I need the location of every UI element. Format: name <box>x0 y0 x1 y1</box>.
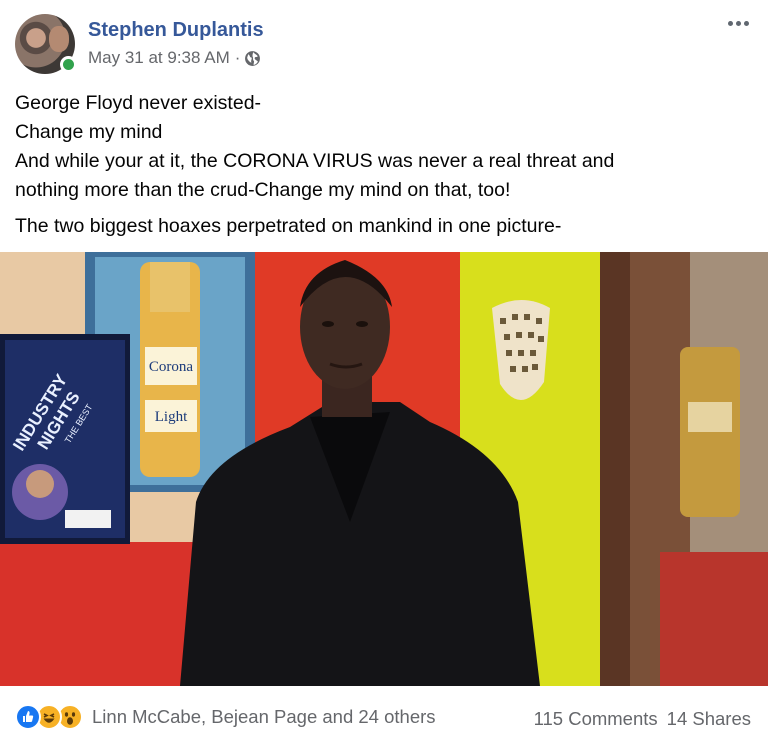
shares-count[interactable]: 14 Shares <box>667 708 751 730</box>
post-timestamp[interactable]: May 31 at 9:38 AM <box>88 48 230 68</box>
post-text-paragraph: The two biggest hoaxes perpetrated on ma… <box>15 215 562 237</box>
meta-separator: · <box>234 48 241 67</box>
post-text-line: George Floyd never existed- <box>15 92 262 114</box>
engagement-counts: 115 Comments 14 Shares <box>534 708 751 730</box>
post-text: George Floyd never existed- Change my mi… <box>15 89 755 241</box>
post-meta: May 31 at 9:38 AM · <box>88 48 261 68</box>
like-icon <box>15 704 41 730</box>
post-text-line: nothing more than the crud-Change my min… <box>15 179 511 201</box>
bottle-label-bottom: Light <box>155 409 188 425</box>
post-footer: Linn McCabe, Bejean Page and 24 others 1… <box>0 686 768 746</box>
bottle-label-top: Corona <box>149 359 194 375</box>
reactions-summary[interactable]: Linn McCabe, Bejean Page and 24 others <box>15 704 436 730</box>
more-dot <box>743 20 749 26</box>
author-name[interactable]: Stephen Duplantis <box>88 19 264 42</box>
online-status-dot <box>60 56 77 73</box>
more-dot <box>727 20 733 26</box>
post-header: Stephen Duplantis May 31 at 9:38 AM · <box>0 0 768 80</box>
more-dot <box>735 20 741 26</box>
globe-icon[interactable] <box>244 50 261 67</box>
comments-count[interactable]: 115 Comments <box>534 708 658 730</box>
post-photo[interactable]: Corona Light INDUSTRY NIGHTS THE BEST <box>0 252 768 686</box>
post-text-line: And while your at it, the CORONA VIRUS w… <box>15 150 615 172</box>
more-options-button[interactable] <box>720 8 756 38</box>
reactors-text[interactable]: Linn McCabe, Bejean Page and 24 others <box>92 706 436 728</box>
post-text-line: Change my mind <box>15 121 163 143</box>
avatar-face <box>49 26 69 52</box>
